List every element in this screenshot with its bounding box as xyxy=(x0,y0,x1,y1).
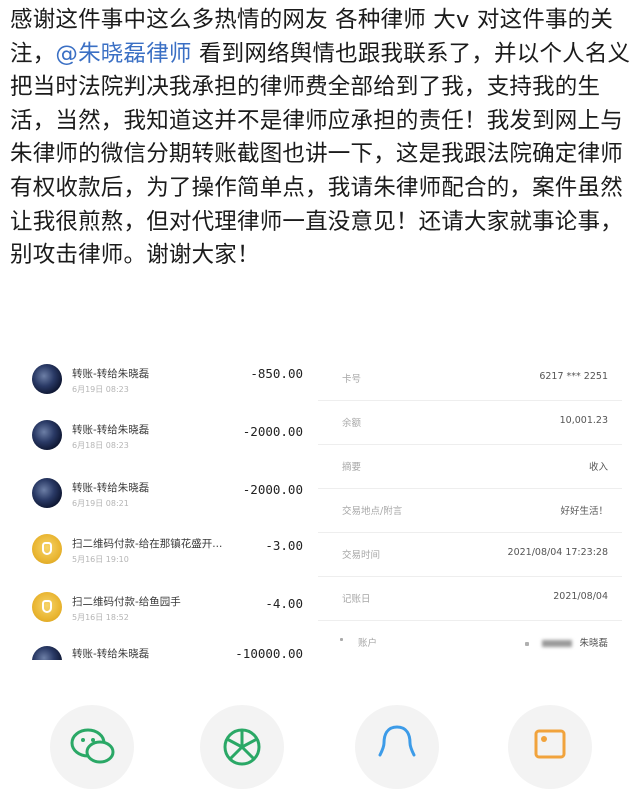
detail-value: 6217 *** 2251 xyxy=(539,371,608,382)
detail-label: 摘要 xyxy=(342,462,362,473)
detail-value-wrap: 朱晓磊 xyxy=(525,635,608,649)
transaction-row[interactable]: 转账-转给朱晓磊 -10000.00 xyxy=(20,640,315,660)
transaction-date: 6月18日 08:23 xyxy=(72,441,129,450)
transaction-amount: -850.00 xyxy=(250,366,303,381)
qr-pay-icon xyxy=(32,592,62,622)
transaction-row[interactable]: 转账-转给朱晓磊 6月18日 08:23 -2000.00 xyxy=(20,416,315,472)
transaction-amount: -3.00 xyxy=(265,538,303,553)
detail-label: 账户 xyxy=(358,638,378,649)
transaction-row[interactable]: 扫二维码付款-给在那镇花盛开... 5月16日 19:10 -3.00 xyxy=(20,528,315,584)
post-text-after: 看到网络舆情也跟我联系了，并以个人名义把当时法院判决我承担的律师费全部给到了我，… xyxy=(10,40,631,269)
avatar xyxy=(32,478,62,508)
redaction-mark xyxy=(542,640,573,647)
redaction-mark xyxy=(525,641,530,646)
share-qq-button[interactable] xyxy=(355,705,439,789)
qr-pay-icon xyxy=(32,534,62,564)
transaction-date: 5月16日 19:10 xyxy=(72,555,129,564)
detail-value: 2021/08/04 xyxy=(553,591,608,602)
detail-row: 交易地点/附言 好好生活！ xyxy=(318,492,622,533)
transaction-date: 5月16日 18:52 xyxy=(72,613,129,622)
transaction-row[interactable]: 转账-转给朱晓磊 6月19日 08:21 -2000.00 xyxy=(20,474,315,530)
detail-label: 交易地点/附言 xyxy=(342,506,403,517)
detail-label: 余额 xyxy=(342,418,362,429)
transaction-amount: -10000.00 xyxy=(235,646,303,660)
wechat-icon xyxy=(70,728,115,764)
transaction-amount: -2000.00 xyxy=(242,424,303,439)
post-body: 感谢这件事中这么多热情的网友 各种律师 大v 对这件事的关注，@朱晓磊律师 看到… xyxy=(10,4,632,273)
transaction-row[interactable]: 扫二维码付款-给鱼园手 5月16日 18:52 -4.00 xyxy=(20,586,315,642)
avatar xyxy=(32,420,62,450)
transaction-date: 6月19日 08:21 xyxy=(72,499,129,508)
detail-row: 账户 朱晓磊 xyxy=(318,624,622,664)
mention-link[interactable]: @朱晓磊律师 xyxy=(55,41,191,67)
detail-row: 余额 10,001.23 xyxy=(318,404,622,445)
detail-value: 10,001.23 xyxy=(559,415,608,426)
account-name: 朱晓磊 xyxy=(579,638,608,649)
transaction-amount: -2000.00 xyxy=(242,482,303,497)
detail-row: 记账日 2021/08/04 xyxy=(318,580,622,621)
transaction-title: 转账-转给朱晓磊 xyxy=(72,648,150,660)
share-moments-button[interactable] xyxy=(200,705,284,789)
detail-row: 交易时间 2021/08/04 17:23:28 xyxy=(318,536,622,577)
detail-row: 卡号 6217 *** 2251 xyxy=(318,360,622,401)
redaction-mark xyxy=(340,638,343,641)
transaction-date: 6月19日 08:23 xyxy=(72,385,129,394)
transaction-title: 转账-转给朱晓磊 xyxy=(72,424,150,436)
transfer-detail: 卡号 6217 *** 2251 余额 10,001.23 摘要 收入 交易地点… xyxy=(318,360,622,660)
qq-icon xyxy=(378,725,416,757)
detail-label: 卡号 xyxy=(342,374,362,385)
transaction-title: 扫二维码付款-给鱼园手 xyxy=(72,596,181,608)
detail-value: 收入 xyxy=(588,462,608,473)
detail-row: 摘要 收入 xyxy=(318,448,622,489)
detail-value: 2021/08/04 17:23:28 xyxy=(507,547,608,558)
transaction-list: 转账-转给朱晓磊 6月19日 08:23 -850.00 转账-转给朱晓磊 6月… xyxy=(20,360,315,660)
transaction-title: 转账-转给朱晓磊 xyxy=(72,482,150,494)
avatar xyxy=(32,646,62,660)
share-wechat-button[interactable] xyxy=(50,705,134,789)
screenshots: 转账-转给朱晓磊 6月19日 08:23 -850.00 转账-转给朱晓磊 6月… xyxy=(0,360,640,660)
share-image-button[interactable] xyxy=(508,705,592,789)
transaction-row[interactable]: 转账-转给朱晓磊 6月19日 08:23 -850.00 xyxy=(20,360,315,416)
image-icon xyxy=(534,729,566,759)
transaction-title: 扫二维码付款-给在那镇花盛开... xyxy=(72,538,223,550)
detail-label: 记账日 xyxy=(342,594,371,605)
transaction-title: 转账-转给朱晓磊 xyxy=(72,368,150,380)
detail-value: 好好生活！ xyxy=(560,506,608,517)
share-bar xyxy=(0,705,640,789)
moments-icon xyxy=(223,728,261,766)
transaction-amount: -4.00 xyxy=(265,596,303,611)
detail-label: 交易时间 xyxy=(342,550,381,561)
avatar xyxy=(32,364,62,394)
